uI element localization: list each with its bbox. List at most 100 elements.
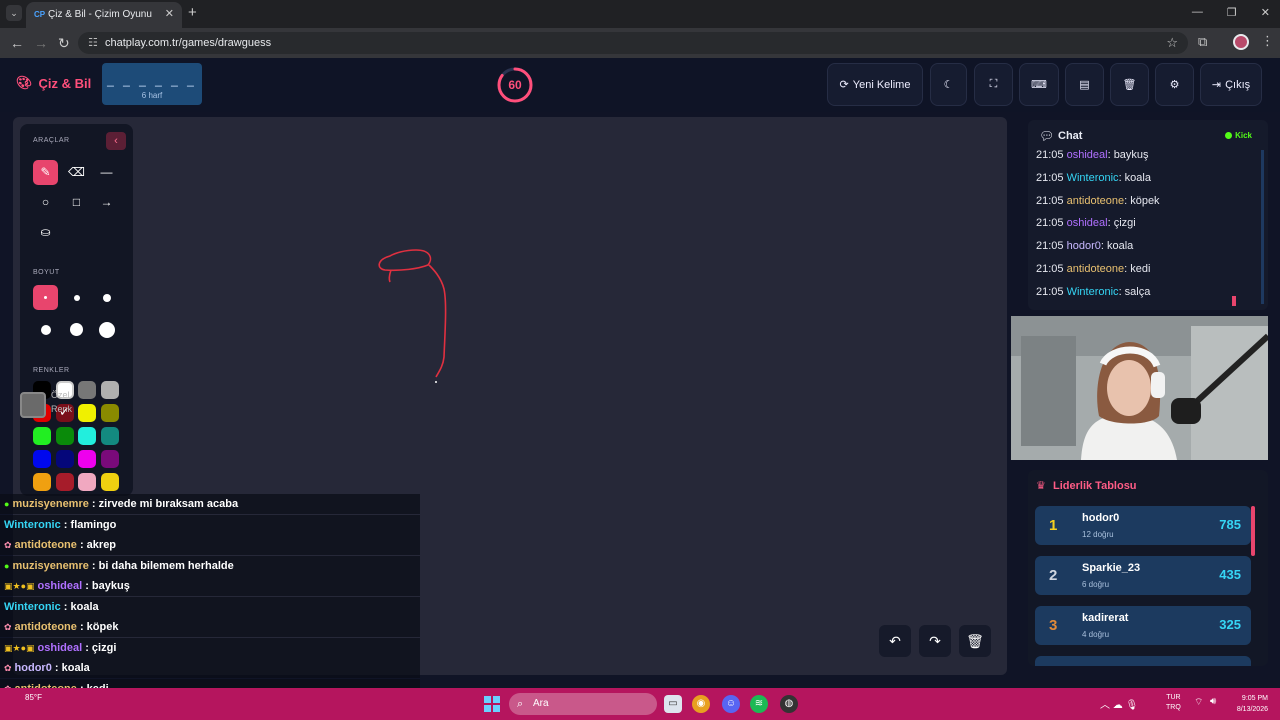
taskbar-clock[interactable]: 9:05 PM 8/13/2026 — [1226, 693, 1268, 715]
exit-button[interactable]: ⇥ Çıkış — [1200, 63, 1262, 106]
theme-toggle-button[interactable]: ☾ — [930, 63, 967, 106]
minimize-icon[interactable]: — — [1192, 6, 1203, 19]
discord-icon[interactable]: ☺ — [722, 695, 740, 713]
color-swatch[interactable] — [101, 404, 119, 422]
size-option-1[interactable] — [33, 285, 58, 310]
color-swatch[interactable] — [56, 473, 74, 491]
delete-button[interactable]: 🗑︎ — [1110, 63, 1149, 106]
taskbar-search[interactable]: ⌕ Ara — [509, 693, 657, 715]
redo-icon: ↷ — [929, 633, 941, 649]
color-swatch[interactable] — [101, 450, 119, 468]
color-swatch[interactable] — [101, 381, 119, 399]
archive-button[interactable]: ▤ — [1065, 63, 1104, 106]
circle-tool[interactable]: ○ — [33, 190, 58, 215]
overlay-username: oshideal — [37, 580, 83, 592]
close-window-icon[interactable]: ✕ — [1261, 6, 1270, 19]
weather-widget[interactable]: 85°F — [25, 693, 42, 702]
user-badge-icon: ▣★●▣ — [4, 581, 35, 591]
color-swatch[interactable] — [56, 450, 74, 468]
chat-time: 21:05 — [1036, 194, 1064, 207]
leaderboard-scrollbar-thumb[interactable] — [1251, 506, 1255, 556]
back-icon[interactable]: ← — [10, 35, 24, 51]
color-swatch[interactable] — [78, 473, 96, 491]
extensions-icon[interactable]: ⧉ — [1198, 34, 1207, 50]
profile-avatar[interactable] — [1233, 34, 1249, 50]
color-swatch[interactable] — [33, 473, 51, 491]
palette-icon: 🎨︎ — [16, 75, 33, 90]
overlay-message: flamingo — [70, 518, 117, 531]
color-swatch[interactable] — [78, 450, 96, 468]
chrome-icon[interactable]: ◉ — [692, 695, 710, 713]
site-info-icon[interactable]: ☷ — [88, 36, 98, 49]
search-icon: ⌕ — [517, 698, 524, 710]
chat-username[interactable]: oshideal — [1067, 217, 1108, 229]
chat-username[interactable]: Winteronic — [1067, 172, 1119, 184]
volume-icon[interactable]: 🔊︎ — [1210, 696, 1216, 707]
windows-start-icon[interactable] — [484, 696, 500, 712]
new-word-button[interactable]: ⟳ Yeni Kelime — [827, 63, 923, 106]
spotify-icon[interactable]: ≋ — [750, 695, 768, 713]
chat-scrollbar-thumb[interactable] — [1232, 296, 1236, 306]
reload-icon[interactable]: ↻ — [58, 35, 70, 51]
tab-title: Çiz & Bil - Çizim Oyunu — [48, 9, 152, 20]
chat-username[interactable]: antidoteone — [1067, 195, 1125, 207]
eraser-tool[interactable]: ⌫ — [64, 160, 89, 185]
size-dot — [98, 321, 115, 338]
chat-username[interactable]: hodor0 — [1067, 240, 1101, 252]
chat-username[interactable]: oshideal — [1067, 149, 1108, 161]
forward-icon[interactable]: → — [34, 35, 48, 51]
user-badge-icon: ✿ — [4, 663, 12, 673]
leaderboard-name: hodor0 — [1082, 512, 1120, 524]
network-icon[interactable]: ⌔ — [1194, 696, 1203, 709]
size-option-3[interactable] — [94, 285, 119, 310]
browser-tab[interactable]: CP Çiz & Bil - Çizim Oyunu ✕ — [26, 2, 182, 28]
arrow-tool[interactable]: → — [94, 190, 119, 215]
size-option-5[interactable] — [64, 317, 89, 342]
url-text[interactable]: chatplay.com.tr/games/drawguess — [105, 37, 271, 49]
language-indicator[interactable]: TUR TRQ — [1166, 693, 1181, 713]
color-swatch[interactable] — [56, 427, 74, 445]
address-bar[interactable]: ☷ chatplay.com.tr/games/drawguess ☆ — [78, 32, 1188, 54]
color-swatch[interactable] — [33, 427, 51, 445]
chat-scrollbar[interactable] — [1261, 150, 1264, 304]
size-option-4[interactable] — [33, 317, 58, 342]
color-swatch[interactable] — [78, 427, 96, 445]
bookmark-star-icon[interactable]: ☆ — [1166, 35, 1178, 51]
new-tab-icon[interactable]: + — [188, 5, 197, 21]
clear-canvas-button[interactable]: 🗑︎ — [959, 625, 991, 657]
size-option-2[interactable] — [64, 285, 89, 310]
system-tray[interactable]: ︿ ☁ 🎙︎ — [1100, 696, 1138, 711]
user-badge-icon: ▣★●▣ — [4, 642, 35, 653]
gear-icon: ⚙ — [1169, 79, 1180, 91]
brush-tool[interactable]: ✎ — [33, 160, 58, 185]
logo-text: Çiz & Bil — [38, 75, 92, 91]
chat-text: : çizgi — [1107, 217, 1136, 230]
tab-search-button[interactable]: ⌄ — [6, 5, 22, 21]
custom-color-swatch[interactable] — [20, 392, 46, 418]
color-swatch[interactable] — [33, 450, 51, 468]
fullscreen-button[interactable]: ⛶ — [974, 63, 1013, 106]
undo-button[interactable]: ↶ — [879, 625, 911, 657]
obs-icon[interactable]: ◍ — [780, 695, 798, 713]
color-swatch[interactable] — [101, 427, 119, 445]
overlay-message: bi daha bilemem herhalde — [98, 559, 234, 572]
fill-tool[interactable]: ⛀ — [33, 220, 58, 245]
restore-icon[interactable]: ❐ — [1227, 6, 1237, 19]
file-explorer-icon[interactable]: ▭ — [664, 695, 682, 713]
settings-button[interactable]: ⚙ — [1155, 63, 1194, 106]
tab-close-icon[interactable]: ✕ — [165, 7, 174, 20]
browser-menu-icon[interactable]: ⋮ — [1261, 33, 1274, 49]
chat-username[interactable]: antidoteone — [1067, 263, 1125, 275]
overlay-message: koala — [70, 600, 99, 613]
overlay-username: antidoteone — [14, 621, 77, 633]
chat-username[interactable]: Winteronic — [1067, 286, 1119, 298]
rectangle-tool[interactable]: □ — [64, 190, 89, 215]
size-dot — [73, 294, 80, 301]
redo-button[interactable]: ↷ — [919, 625, 951, 657]
color-swatch[interactable] — [101, 473, 119, 491]
size-option-6[interactable] — [94, 317, 119, 342]
keyboard-button[interactable]: ⌨ — [1019, 63, 1059, 106]
line-tool[interactable]: — — [94, 160, 119, 185]
chat-text: : koala — [1100, 240, 1134, 253]
collapse-panel-button[interactable]: ‹ — [106, 132, 126, 150]
